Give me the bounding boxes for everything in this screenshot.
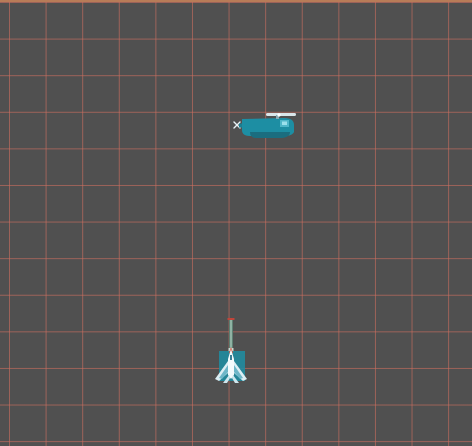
enemy-helicopter-icon: [233, 113, 296, 138]
player-fighter-jet-icon: [215, 347, 247, 383]
game-viewport[interactable]: [0, 0, 472, 446]
